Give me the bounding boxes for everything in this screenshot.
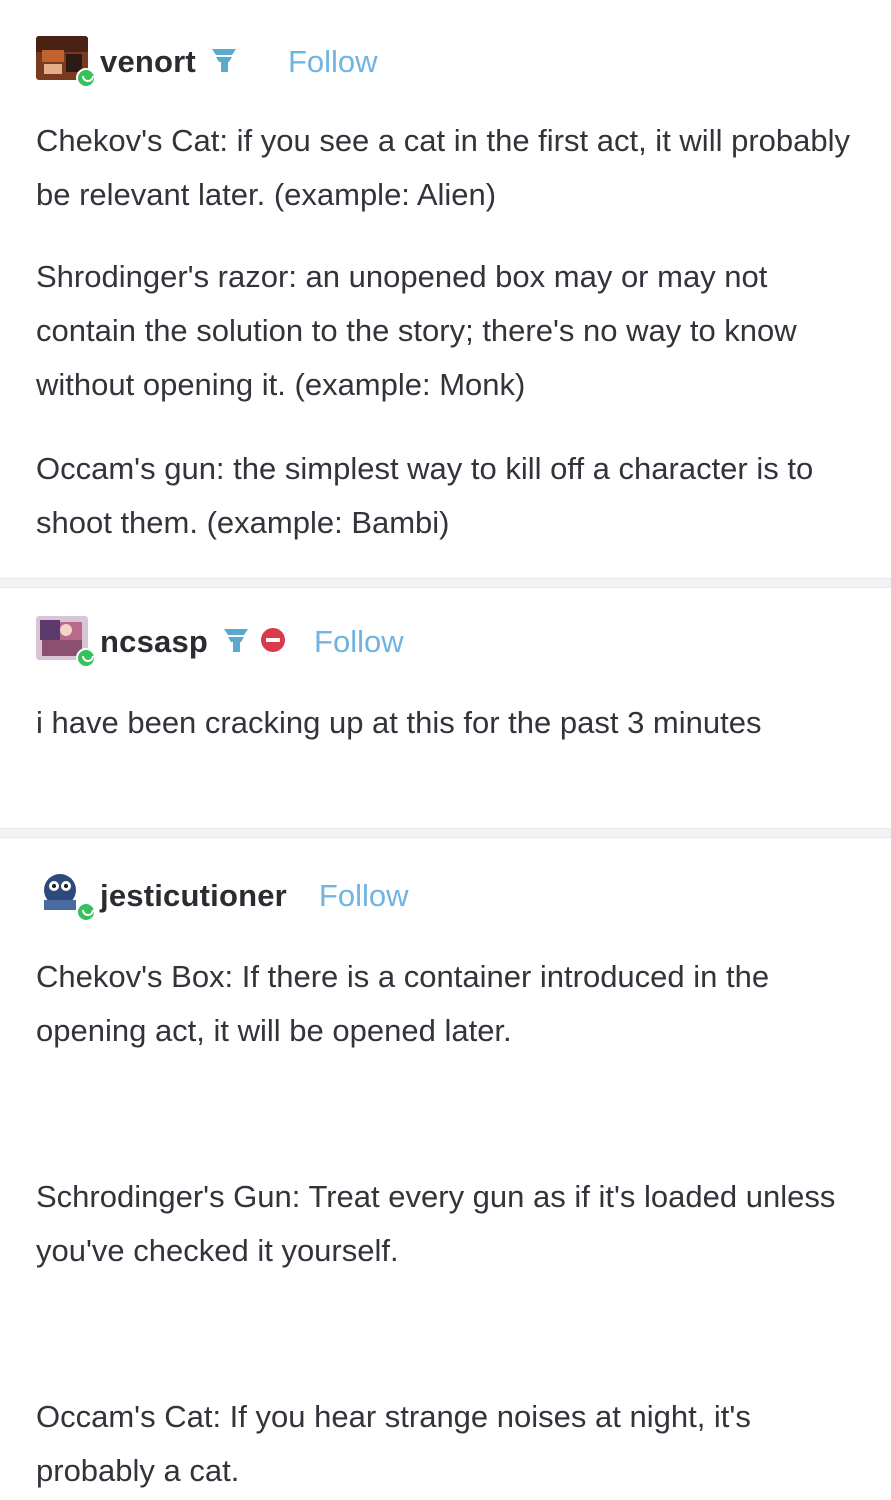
online-indicator-icon <box>76 68 96 88</box>
follow-button[interactable]: Follow <box>288 44 378 80</box>
post-paragraph: Chekov's Cat: if you see a cat in the fi… <box>36 123 850 212</box>
post-paragraph: Occam's gun: the simplest way to kill of… <box>36 451 814 540</box>
avatar[interactable] <box>36 616 96 668</box>
post-divider <box>0 828 891 838</box>
username[interactable]: jesticutioner <box>100 878 287 914</box>
post-paragraph: i have been cracking up at this for the … <box>36 705 762 740</box>
online-indicator-icon <box>76 648 96 668</box>
post-divider <box>0 578 891 588</box>
post-header: ncsasp Follow <box>36 612 404 672</box>
online-indicator-icon <box>76 902 96 922</box>
post-header: venort Follow <box>36 32 378 92</box>
follow-button[interactable]: Follow <box>319 878 409 914</box>
post-paragraph: Chekov's Box: If there is a container in… <box>36 959 770 1048</box>
username[interactable]: ncsasp <box>100 624 208 660</box>
avatar[interactable] <box>36 870 96 922</box>
post-paragraph: Shrodinger's razor: an unopened box may … <box>36 259 797 402</box>
post-paragraph: Schrodinger's Gun: Treat every gun as if… <box>36 1179 836 1268</box>
tumblr-blue-badge-icon <box>222 626 250 659</box>
tumblr-blue-badge-icon <box>210 46 238 79</box>
red-stop-badge-icon <box>260 627 286 658</box>
post-paragraph: Occam's Cat: If you hear strange noises … <box>36 1399 751 1488</box>
avatar[interactable] <box>36 36 96 88</box>
post-header: jesticutioner Follow <box>36 866 409 926</box>
follow-button[interactable]: Follow <box>314 624 404 660</box>
username[interactable]: venort <box>100 44 196 80</box>
reblog-thread: venort Follow Chekov's Cat: if you see a… <box>0 0 891 1500</box>
